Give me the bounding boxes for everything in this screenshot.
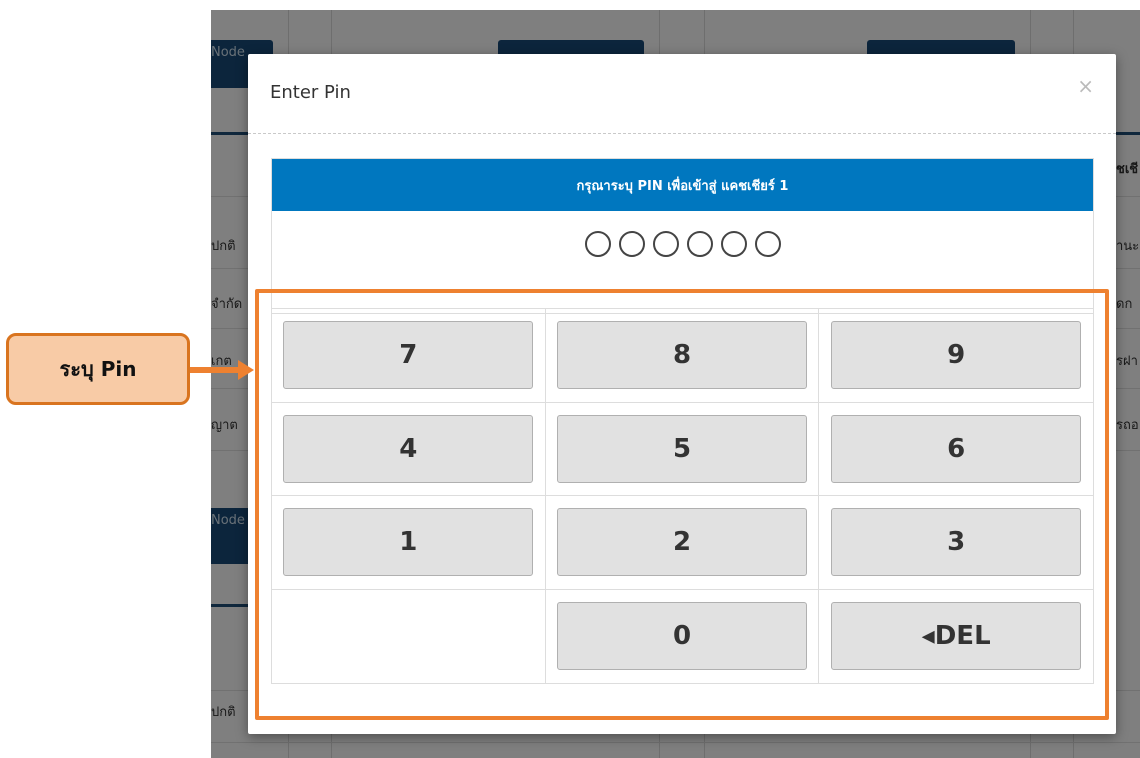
annotation-arrow-icon bbox=[190, 360, 254, 380]
pin-dot bbox=[618, 231, 645, 257]
pin-prompt: กรุณาระบุ PIN เพื่อเข้าสู่ แคชเชียร์ 1 bbox=[272, 159, 1093, 211]
keypad-highlight-frame bbox=[255, 289, 1109, 720]
pin-dot bbox=[720, 231, 747, 257]
close-icon[interactable]: × bbox=[1077, 74, 1094, 98]
pin-dot bbox=[686, 231, 713, 257]
pin-dot bbox=[652, 231, 679, 257]
modal-header: Enter Pin × bbox=[248, 54, 1116, 134]
annotation-label: ระบุ Pin bbox=[6, 333, 190, 405]
pin-dot bbox=[584, 231, 611, 257]
pin-dot bbox=[754, 231, 781, 257]
modal-title: Enter Pin bbox=[270, 82, 351, 103]
pin-indicator bbox=[272, 231, 1093, 257]
